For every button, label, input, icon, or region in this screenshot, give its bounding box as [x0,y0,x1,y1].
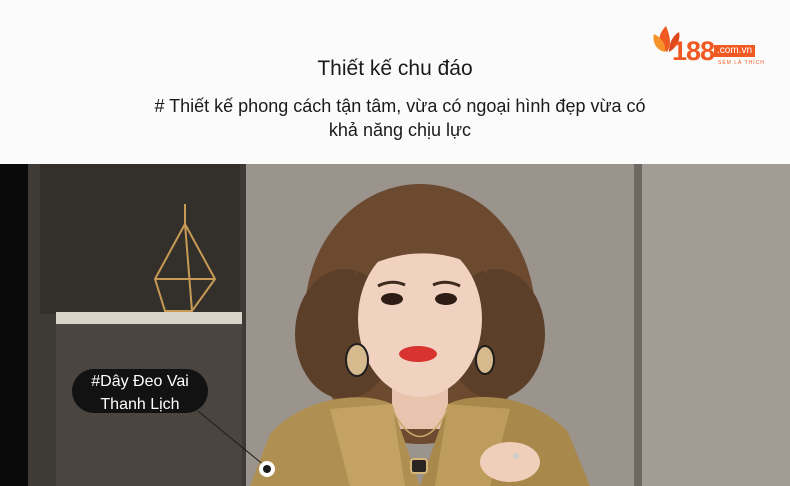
logo-domain: .com.vn [714,45,756,57]
header-section: Thiết kế chu đáo # Thiết kế phong cách t… [0,0,790,164]
brand-logo[interactable]: 188 .com.vn SẺM LÀ THÍCH [652,22,780,72]
hotspot-dot[interactable] [259,461,275,477]
section-subtitle: # Thiết kế phong cách tận tâm, vừa có ng… [154,96,646,140]
logo-tagline: SẺM LÀ THÍCH [718,60,765,66]
product-photo [0,164,790,486]
logo-text: 188 [672,36,715,66]
callout-text-line1: #Dây Đeo Vai [91,373,189,390]
callout-text-line2: Thanh Lịch [100,396,180,413]
hotspot-dot-center [263,465,271,473]
